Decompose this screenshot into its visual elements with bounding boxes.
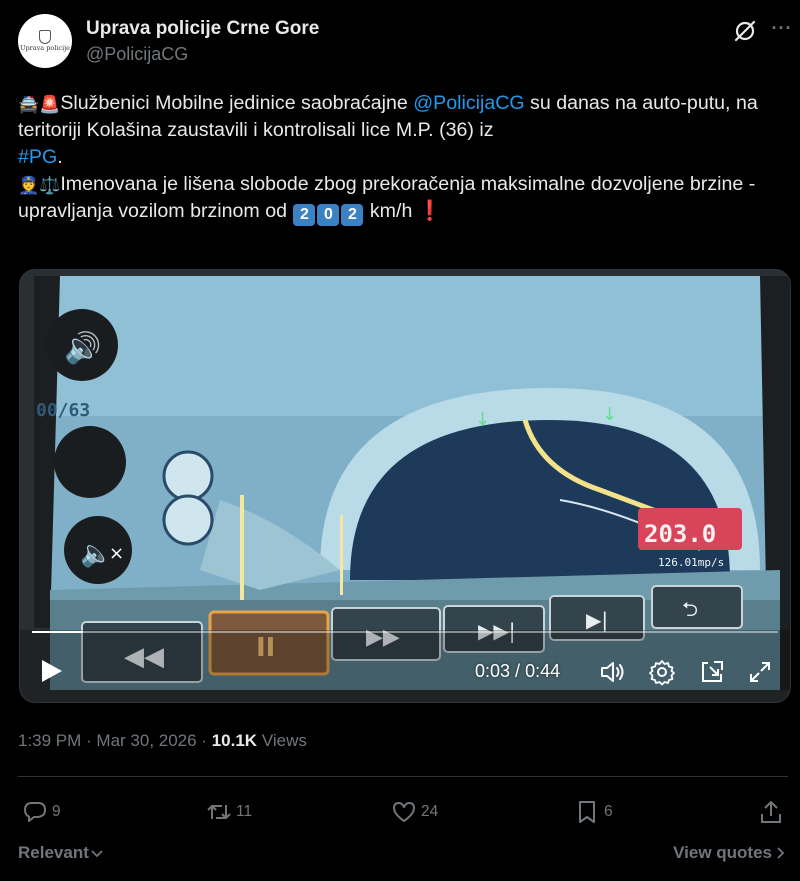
like-button[interactable]: 24 [391,796,438,828]
keycap-digit: 2 [341,204,364,226]
police-car-emoji: 🚔 [18,95,40,114]
display-name[interactable]: Uprava policije Crne Gore [86,18,319,40]
svg-text:▶|: ▶| [586,608,608,632]
heart-icon [393,802,415,822]
sort-label: Relevant [18,843,89,862]
video-time: 0:03 / 0:44 [475,661,560,682]
tweet-date[interactable]: Mar 30, 2026 [96,731,196,750]
mention-link[interactable]: @PolicijaCG [413,92,524,114]
chevron-right-icon [777,847,785,859]
repost-button[interactable]: 11 [206,796,252,828]
play-icon[interactable] [38,658,64,684]
sort-replies-button[interactable]: Relevant [18,843,105,863]
grok-icon[interactable] [731,17,759,45]
video-progress-fill [32,631,83,633]
svg-text:🔈: 🔈 [80,539,112,569]
hashtag-link[interactable]: #PG [18,146,57,168]
screen-counter: 00/63 [36,400,90,421]
siren-emoji: 🚨 [39,95,61,114]
keycap-digit: 2 [293,204,316,226]
tweet-text-part1: Službenici Mobilne jedinice saobraćajne [60,92,414,114]
svg-text:↓: ↓ [475,409,490,430]
view-quotes-link[interactable]: View quotes [673,843,788,863]
divider [18,776,788,777]
video-current-time: 0:03 [475,661,511,681]
video-duration: 0:44 [525,661,561,681]
views-label: Views [257,731,307,750]
exclamation-emoji: ❗ [417,200,443,222]
action-bar: 9 11 24 6 [18,796,788,828]
svg-text:↓: ↓ [602,404,617,425]
bookmark-button[interactable]: 6 [574,796,613,828]
video-player[interactable]: ↓ ↓ 203.0 126.01mp/s 🔊 00/63 🔈 × ◀◀ II ▶… [19,269,791,703]
like-count: 24 [421,803,439,820]
reply-button[interactable]: 9 [22,796,61,828]
speed-reading: 203.0 [644,520,716,548]
more-options-icon[interactable]: ··· [768,17,796,45]
view-quotes-label: View quotes [673,843,772,862]
tweet-header: Uprava policije Uprava policije Crne Gor… [18,14,791,70]
volume-icon[interactable] [598,658,626,686]
replies-footer: Relevant View quotes [18,843,788,867]
tweet-text-part5: km/h [364,200,413,222]
tweet-text: 🚔🚨Službenici Mobilne jedinice saobraćajn… [18,90,788,226]
svg-text:⮌: ⮌ [682,597,698,621]
bookmark-icon [579,801,595,823]
meta-dot: · [196,731,212,750]
keycap-digit: 0 [317,204,340,226]
author-info: Uprava policije Crne Gore @PolicijaCG [86,18,319,65]
video-frame: ↓ ↓ 203.0 126.01mp/s 🔊 00/63 🔈 × ◀◀ II ▶… [20,270,790,702]
repost-icon [207,805,231,819]
tweet-time[interactable]: 1:39 PM [18,731,81,750]
reply-count: 9 [52,803,61,820]
fullscreen-icon[interactable] [746,658,774,686]
picture-in-picture-icon[interactable] [698,658,726,686]
svg-text:×: × [109,543,124,564]
settings-gear-icon[interactable] [648,658,676,686]
chevron-down-icon [91,850,103,858]
tweet-text-part3: . [57,146,63,168]
handle[interactable]: @PolicijaCG [86,44,319,65]
repost-count: 11 [236,803,253,820]
video-time-separator: / [510,661,526,681]
reply-icon [24,802,46,822]
share-icon [761,801,781,823]
avatar-logo-text: Uprava policije [19,44,71,52]
bookmark-count: 6 [604,803,613,820]
svg-text:🔊: 🔊 [64,329,101,366]
avatar[interactable]: Uprava policije [18,14,72,68]
police-crest-icon [39,30,51,44]
scales-emoji: ⚖️ [39,176,61,195]
police-officer-emoji: 👮 [18,176,40,195]
meta-dot: · [81,731,97,750]
video-progress-bar[interactable] [32,631,778,633]
share-button[interactable] [758,796,788,828]
views-count: 10.1K [211,731,258,750]
speed-secondary: 126.01mp/s [658,556,724,569]
tweet-meta: 1:39 PM · Mar 30, 2026 · 10.1K Views [18,731,307,751]
